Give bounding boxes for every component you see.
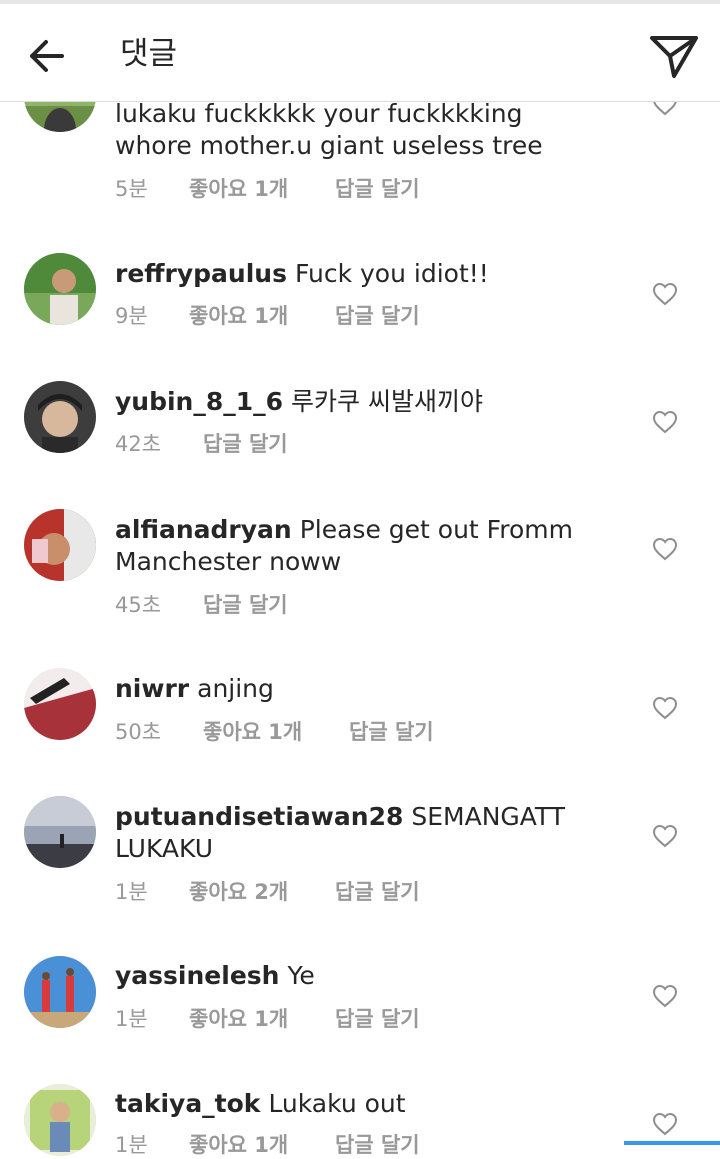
heart-icon[interactable]	[652, 282, 678, 306]
reply-button[interactable]: 답글 달기	[335, 1005, 420, 1033]
reply-button[interactable]: 답글 달기	[203, 591, 288, 619]
reply-button[interactable]: 답글 달기	[335, 1131, 420, 1159]
reply-button[interactable]: 답글 달기	[203, 430, 288, 458]
comment-username[interactable]: reffrypaulus	[115, 259, 287, 288]
reply-button[interactable]: 답글 달기	[335, 878, 420, 906]
comment-meta: 42초 답글 달기	[115, 430, 288, 458]
paper-plane-icon	[650, 36, 698, 78]
comment-meta: 1분 좋아요 2개 답글 달기	[115, 878, 420, 906]
comment-text: lukaku fuckkkkk your fuckkkking whore mo…	[115, 99, 543, 160]
comment-text: yassinelesh Ye	[115, 961, 315, 990]
avatar[interactable]	[24, 668, 96, 740]
comment-meta: 1분 좋아요 1개 답글 달기	[115, 1131, 420, 1159]
comment-meta: 5분 좋아요 1개 답글 달기	[115, 175, 420, 203]
reply-button[interactable]: 답글 달기	[335, 302, 420, 330]
comment-time: 1분	[115, 1133, 148, 1157]
comment-text: niwrr anjing	[115, 674, 274, 703]
avatar[interactable]	[24, 796, 96, 868]
comment-text: reffrypaulus Fuck you idiot!!	[115, 259, 489, 288]
comment-username[interactable]: takiya_tok	[115, 1089, 260, 1118]
comment-meta: 9분 좋아요 1개 답글 달기	[115, 302, 420, 330]
comment-likes[interactable]: 좋아요 1개	[189, 302, 335, 330]
comment-likes[interactable]: 좋아요 1개	[189, 1131, 335, 1159]
comment-username[interactable]: alfianadryan	[115, 515, 292, 544]
share-button[interactable]	[644, 28, 702, 82]
back-button[interactable]	[22, 32, 74, 80]
avatar[interactable]	[24, 956, 96, 1028]
comment-username[interactable]: yassinelesh	[115, 961, 279, 990]
comment-likes[interactable]: 좋아요 1개	[203, 718, 349, 746]
comment-username[interactable]: putuandisetiawan28	[115, 802, 403, 831]
comment-time: 50초	[115, 720, 162, 744]
comment-time: 1분	[115, 880, 148, 904]
comment-meta: 1분 좋아요 1개 답글 달기	[115, 1005, 420, 1033]
comment-text: takiya_tok Lukaku out	[115, 1089, 406, 1118]
comment-time: 45초	[115, 593, 162, 617]
comment-likes[interactable]: 좋아요 2개	[189, 878, 335, 906]
heart-icon[interactable]	[652, 824, 678, 848]
scroll-indicator	[624, 1141, 720, 1145]
comment-likes[interactable]: 좋아요 1개	[189, 175, 335, 203]
comment-text: yubin_8_1_6 루카쿠 씨발새끼야	[115, 387, 483, 416]
heart-icon[interactable]	[652, 696, 678, 720]
app-header: 댓글	[0, 4, 720, 102]
comment-username[interactable]: yubin_8_1_6	[115, 387, 283, 416]
avatar[interactable]	[24, 1084, 96, 1156]
reply-button[interactable]: 답글 달기	[349, 718, 434, 746]
avatar[interactable]	[24, 253, 96, 325]
comment-meta: 50초 좋아요 1개 답글 달기	[115, 718, 434, 746]
comment-likes[interactable]: 좋아요 1개	[189, 1005, 335, 1033]
arrow-left-icon	[30, 40, 64, 72]
heart-icon[interactable]	[652, 984, 678, 1008]
comment-time: 42초	[115, 432, 162, 456]
comment-time: 1분	[115, 1007, 148, 1031]
avatar[interactable]	[24, 509, 96, 581]
page-title: 댓글	[120, 36, 178, 72]
heart-icon[interactable]	[652, 537, 678, 561]
comment-username[interactable]: niwrr	[115, 674, 189, 703]
avatar[interactable]	[24, 381, 96, 453]
comment-text: putuandisetiawan28 SEMANGATT LUKAKU	[115, 802, 566, 863]
comment-time: 5분	[115, 177, 148, 201]
comment-time: 9분	[115, 304, 148, 328]
heart-icon[interactable]	[652, 1112, 678, 1136]
reply-button[interactable]: 답글 달기	[335, 175, 420, 203]
comment-meta: 45초 답글 달기	[115, 591, 288, 619]
comment-text: alfianadryan Please get out Fromm Manches…	[115, 515, 573, 576]
heart-icon[interactable]	[652, 410, 678, 434]
